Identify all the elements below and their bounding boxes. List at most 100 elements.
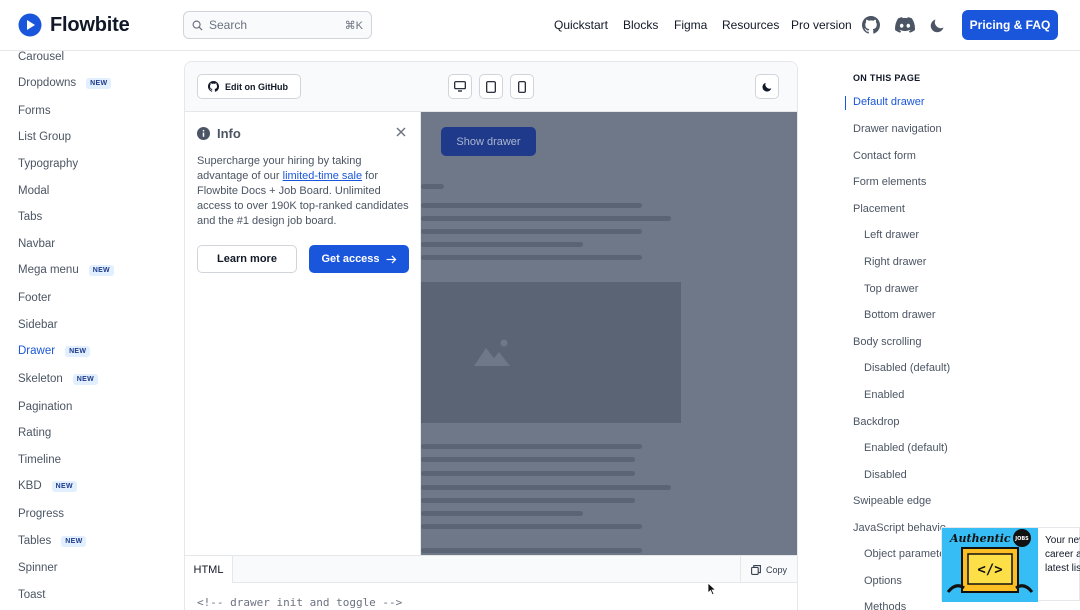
sidebar-item-skeleton[interactable]: Skeleton NEW [18, 373, 98, 385]
dark-mode-icon[interactable] [930, 16, 946, 34]
skeleton-line [421, 457, 635, 462]
sidebar-item-kbd[interactable]: KBD NEW [18, 480, 77, 492]
toc-link-body-scrolling[interactable]: Body scrolling [853, 336, 921, 348]
nav-quickstart[interactable]: Quickstart [554, 18, 608, 32]
toc-link-options[interactable]: Options [864, 575, 902, 587]
sidebar-item-label: Skeleton [18, 373, 63, 385]
toc-link-disabled[interactable]: Disabled [864, 469, 907, 481]
sidebar-item-progress[interactable]: Progress [18, 508, 64, 520]
toc-link-javascript-behavio[interactable]: JavaScript behavio [853, 522, 946, 534]
search-placeholder: Search [209, 18, 248, 32]
drawer-description: Supercharge your hiring by taking advant… [197, 154, 409, 229]
sidebar-item-label: KBD [18, 480, 42, 492]
search-shortcut: ⌘K [344, 19, 363, 32]
sidebar-item-timeline[interactable]: Timeline [18, 454, 61, 466]
limited-time-sale-link[interactable]: limited-time sale [283, 170, 362, 182]
sidebar-item-spinner[interactable]: Spinner [18, 562, 58, 574]
sidebar-item-label: Toast [18, 589, 46, 601]
carbon-ad[interactable]: </> Authentic JOBS Your nev career a lat… [941, 527, 1080, 602]
sidebar-item-label: Footer [18, 292, 52, 304]
copy-button[interactable]: Copy [740, 556, 797, 583]
skeleton-line [421, 471, 635, 476]
drawer-title-label: Info [217, 126, 241, 141]
ad-text[interactable]: Your nev career a latest lis [1045, 534, 1080, 576]
pricing-faq-button[interactable]: Pricing & FAQ [962, 10, 1058, 40]
sidebar-item-label: Rating [18, 427, 52, 439]
toc-link-bottom-drawer[interactable]: Bottom drawer [864, 309, 936, 321]
edit-on-github-button[interactable]: Edit on GitHub [197, 74, 301, 99]
sidebar-item-typography[interactable]: Typography [18, 158, 78, 170]
toc-link-form-elements[interactable]: Form elements [853, 176, 926, 188]
sidebar-item-forms[interactable]: Forms [18, 105, 51, 117]
toc-link-object-paramete[interactable]: Object paramete [864, 548, 945, 560]
new-badge: NEW [51, 480, 77, 492]
moon-icon [762, 82, 771, 92]
sidebar-item-label: Pagination [18, 401, 73, 413]
learn-more-button[interactable]: Learn more [197, 245, 297, 273]
skeleton-line [421, 242, 583, 247]
toc-link-contact-form[interactable]: Contact form [853, 150, 916, 162]
sidebar-item-label: Mega menu [18, 264, 79, 276]
tablet-icon [486, 80, 496, 93]
nav-resources[interactable]: Resources [722, 18, 779, 32]
sidebar-item-modal[interactable]: Modal [18, 185, 49, 197]
sidebar-item-list-group[interactable]: List Group [18, 131, 71, 143]
toc-link-enabled[interactable]: Enabled [864, 389, 904, 401]
sidebar-item-label: Forms [18, 105, 51, 117]
sidebar-item-label: Tabs [18, 211, 43, 223]
brand-name: Flowbite [50, 13, 130, 36]
desktop-view-button[interactable] [448, 74, 472, 99]
toc-link-top-drawer[interactable]: Top drawer [864, 283, 918, 295]
drawer-title: Info [197, 126, 241, 141]
toc-link-methods[interactable]: Methods [864, 601, 906, 610]
sidebar-item-tables[interactable]: Tables NEW [18, 535, 87, 547]
sidebar-item-label: Dropdowns [18, 77, 77, 89]
sidebar-item-mega-menu[interactable]: Mega menu NEW [18, 264, 114, 276]
nav-figma[interactable]: Figma [674, 18, 707, 32]
flowbite-logo[interactable]: Flowbite [18, 13, 130, 37]
sidebar-item-drawer[interactable]: Drawer NEW [18, 345, 91, 357]
show-drawer-button[interactable]: Show drawer [441, 127, 536, 156]
toc-link-default-drawer[interactable]: Default drawer [853, 96, 925, 108]
left-sidebar: Carousel Dropdowns NEW Forms List Group Typog… [0, 51, 170, 610]
code-snippet: <!-- drawer init and toggle --> [197, 596, 403, 609]
ad-illustration: </> Authentic JOBS [942, 528, 1038, 602]
github-icon[interactable] [862, 16, 880, 34]
toc-link-swipeable-edge[interactable]: Swipeable edge [853, 495, 931, 507]
sidebar-item-toast[interactable]: Toast [18, 589, 46, 601]
toc-link-disabled-default[interactable]: Disabled (default) [864, 362, 950, 374]
sidebar-item-footer[interactable]: Footer [18, 292, 51, 304]
search-input[interactable]: Search ⌘K [183, 11, 372, 39]
tab-html[interactable]: HTML [185, 556, 233, 583]
toc-link-enabled-default[interactable]: Enabled (default) [864, 442, 948, 454]
toc-title: ON THIS PAGE [853, 73, 921, 83]
skeleton-line [421, 485, 671, 490]
sidebar-item-navbar[interactable]: Navbar [18, 238, 55, 250]
info-icon [197, 127, 210, 140]
discord-icon[interactable] [895, 16, 915, 34]
tablet-view-button[interactable] [479, 74, 503, 99]
sidebar-item-rating[interactable]: Rating [18, 427, 51, 439]
sidebar-item-sidebar[interactable]: Sidebar [18, 319, 58, 331]
arrow-right-icon [386, 254, 396, 264]
get-access-button[interactable]: Get access [309, 245, 409, 273]
toc-link-backdrop[interactable]: Backdrop [853, 416, 899, 428]
toc-link-left-drawer[interactable]: Left drawer [864, 229, 919, 241]
mouse-cursor-icon [707, 582, 717, 596]
mobile-view-button[interactable] [510, 74, 534, 99]
new-badge: NEW [88, 264, 114, 276]
sidebar-item-label: Typography [18, 158, 79, 170]
nav-pro-version[interactable]: Pro version [791, 18, 852, 32]
nav-blocks[interactable]: Blocks [623, 18, 658, 32]
preview-dark-mode-button[interactable] [755, 74, 779, 99]
toc-link-placement[interactable]: Placement [853, 203, 905, 215]
skeleton-line [421, 255, 642, 260]
close-icon[interactable] [394, 125, 408, 139]
sidebar-item-tabs[interactable]: Tabs [18, 211, 42, 223]
toc-link-drawer-navigation[interactable]: Drawer navigation [853, 123, 942, 135]
sidebar-item-carousel[interactable]: Carousel [18, 51, 64, 63]
toc-link-right-drawer[interactable]: Right drawer [864, 256, 926, 268]
sidebar-item-dropdowns[interactable]: Dropdowns NEW [18, 77, 112, 89]
sidebar-item-pagination[interactable]: Pagination [18, 401, 72, 413]
ad-image[interactable]: </> Authentic JOBS [942, 528, 1038, 602]
